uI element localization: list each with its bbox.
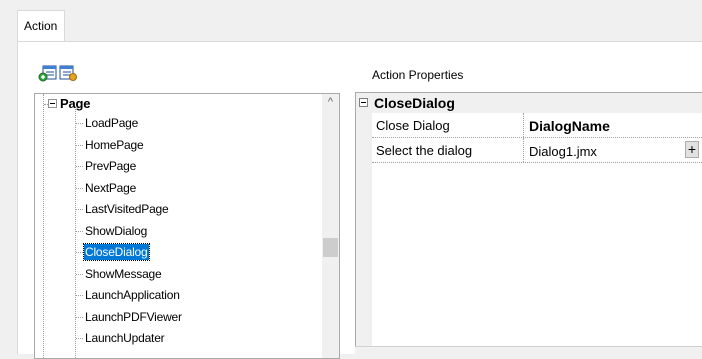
tree-node-showdialog[interactable]: ShowDialog [84,223,148,239]
property-row-select-dialog[interactable]: Select the dialog Dialog1.jmx + [372,138,702,163]
tab-action[interactable]: Action [17,10,65,42]
tree-node-prevpage[interactable]: PrevPage [84,158,137,174]
tree-node-lastvisitedpage[interactable]: LastVisitedPage [84,201,170,217]
property-name: Select the dialog [372,138,524,162]
tree-node-loadpage[interactable]: LoadPage [84,115,139,131]
tree-node-nextpage[interactable]: NextPage [84,180,137,196]
action-tree[interactable]: Page ^ LoadPage HomePage PrevPage NextPage L… [34,93,340,359]
tree-node-homepage[interactable]: HomePage [84,137,144,153]
tab-action-label: Action [24,19,58,33]
tree-node-showmessage[interactable]: ShowMessage [84,266,163,282]
action-properties-label: Action Properties [372,68,464,82]
tree-node-launchpdfviewer[interactable]: LaunchPDFViewer [84,309,183,325]
browse-dialog-button[interactable]: + [685,141,699,158]
property-name: Close Dialog [372,113,524,137]
edit-action-icon[interactable] [58,64,78,82]
property-grid: CloseDialog Close Dialog DialogName Sele… [355,92,702,354]
tree-node-launchupdater[interactable]: LaunchUpdater [84,330,165,346]
tree-node-launchapplication[interactable]: LaunchApplication [84,287,181,303]
grid-gutter [356,93,372,354]
scroll-up-icon[interactable]: ^ [322,94,339,111]
dialog-file-value: Dialog1.jmx [529,144,597,159]
property-value[interactable]: Dialog1.jmx + [526,138,702,162]
property-value[interactable]: DialogName [526,113,702,137]
tree-node-closedialog[interactable]: CloseDialog [83,243,150,261]
scroll-thumb[interactable] [323,238,338,257]
collapse-page-icon[interactable] [48,99,57,108]
add-action-icon[interactable] [38,64,58,82]
property-row-close-dialog[interactable]: Close Dialog DialogName [372,113,702,138]
collapse-category-icon[interactable] [359,98,368,107]
tree-scrollbar[interactable]: ^ [322,94,339,358]
tree-node-page[interactable]: Page [59,96,91,112]
category-row[interactable]: CloseDialog [372,93,702,113]
category-label: CloseDialog [374,95,455,111]
